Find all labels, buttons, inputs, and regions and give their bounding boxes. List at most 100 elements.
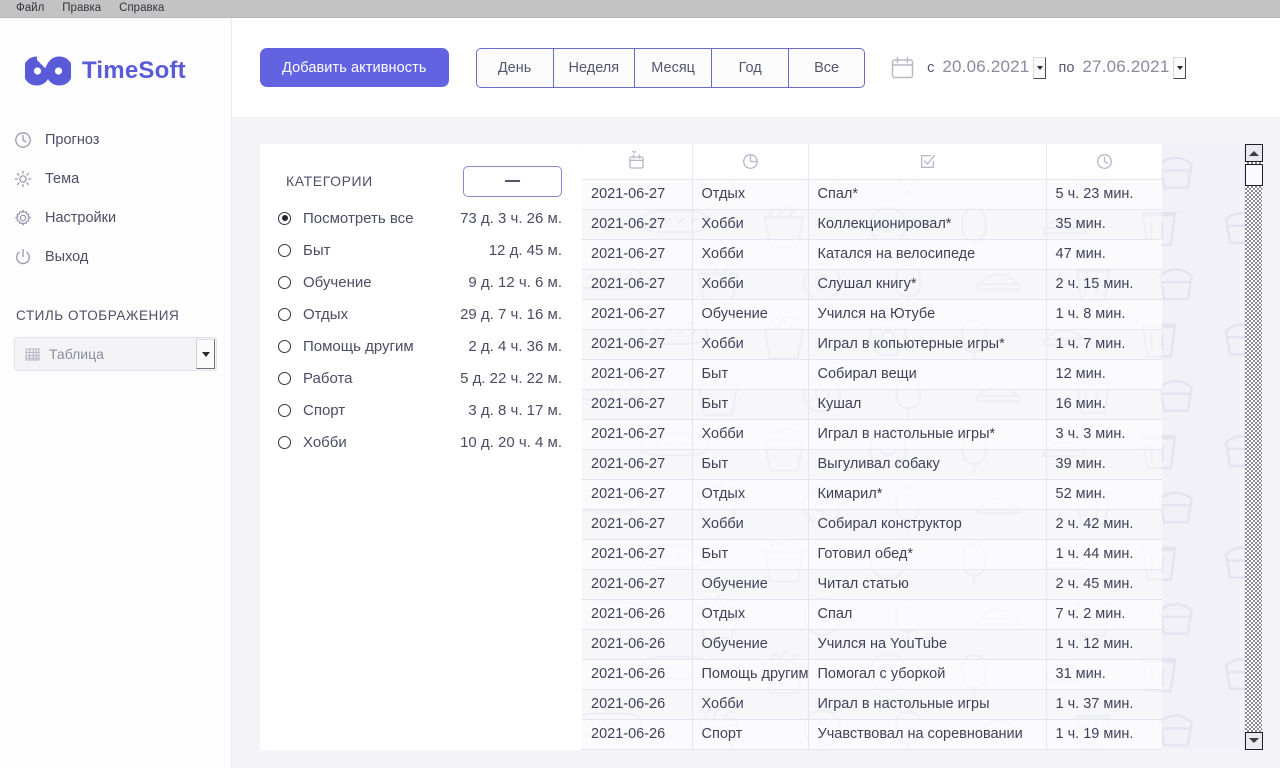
row-category: Отдых	[692, 598, 809, 629]
menu-item-edit[interactable]: Правка	[54, 1, 111, 16]
table-row[interactable]: 2021-06-27 Быт Собирал вещи 12 мин.	[582, 358, 1162, 389]
category-value: 5 д. 22 ч. 22 м.	[460, 369, 562, 387]
main-area: Добавить активность День Неделя Месяц Го…	[232, 18, 1280, 768]
row-activity: Играл в настольные игры	[808, 688, 1047, 719]
row-date: 2021-06-27	[582, 328, 693, 359]
row-duration: 7 ч. 2 мин.	[1046, 598, 1162, 629]
radio-icon[interactable]	[278, 307, 291, 321]
row-duration: 1 ч. 7 мин.	[1046, 328, 1162, 359]
category-name: Хобби	[303, 433, 347, 451]
table-row[interactable]: 2021-06-26 Помощь другим Помогал с уборкой…	[582, 658, 1162, 689]
row-date: 2021-06-26	[582, 718, 693, 750]
row-category: Хобби	[692, 508, 809, 539]
category-item-sport[interactable]: Спорт 3 д. 8 ч. 17 м.	[278, 394, 562, 426]
activity-column-header[interactable]	[808, 144, 1047, 179]
row-date: 2021-06-27	[582, 508, 693, 539]
row-activity: Учился на YouTube	[808, 628, 1047, 659]
toolbar: Добавить активность День Неделя Месяц Го…	[232, 18, 1280, 117]
range-week-button[interactable]: Неделя	[552, 47, 635, 88]
pie-chart-icon	[742, 153, 759, 170]
category-name: Отдых	[303, 305, 349, 323]
table-row[interactable]: 2021-06-27 Обучение Читал статью 2 ч. 45 ми…	[582, 568, 1162, 599]
table-row[interactable]: 2021-06-27 Обучение Учился на Ютубе 1 ч. 8 …	[582, 298, 1162, 329]
row-category: Быт	[692, 388, 809, 419]
date-to-field[interactable]: 27.06.2021	[1082, 56, 1187, 79]
radio-icon[interactable]	[278, 211, 291, 225]
add-activity-button[interactable]: Добавить активность	[260, 48, 449, 87]
row-duration: 16 мин.	[1046, 388, 1162, 419]
date-from-field[interactable]: 20.06.2021	[942, 56, 1047, 79]
range-all-button[interactable]: Все	[788, 47, 866, 88]
range-month-button[interactable]: Месяц	[634, 47, 712, 88]
row-activity: Играл в копьютерные игры*	[808, 328, 1047, 359]
table-header: ⌄	[582, 144, 1162, 179]
row-date: 2021-06-27	[582, 238, 693, 269]
radio-icon[interactable]	[278, 275, 291, 289]
row-activity: Собирал вещи	[808, 358, 1047, 389]
collapse-categories-button[interactable]	[463, 165, 562, 197]
sidebar-item-exit[interactable]: Выход	[0, 237, 231, 276]
category-item-otdyh[interactable]: Отдых 29 д. 7 ч. 16 м.	[278, 298, 562, 330]
brand-name: TimeSoft	[82, 57, 186, 84]
table-row[interactable]: 2021-06-27 Отдых Кимарил* 52 мин.	[582, 478, 1162, 509]
range-year-button[interactable]: Год	[711, 47, 789, 88]
category-item-pomosh[interactable]: Помощь другим 2 д. 4 ч. 36 м.	[278, 330, 562, 362]
category-item-all[interactable]: Посмотреть все 73 д. 3 ч. 26 м.	[278, 202, 562, 234]
grid-table-icon	[25, 347, 40, 362]
category-item-rabota[interactable]: Работа 5 д. 22 ч. 22 м.	[278, 362, 562, 394]
table-row[interactable]: 2021-06-27 Хобби Коллекционировал* 35 мин.	[582, 208, 1162, 239]
table-row[interactable]: 2021-06-26 Обучение Учился на YouTube 1 ч. …	[582, 628, 1162, 659]
infinity-logo-icon	[23, 56, 73, 86]
menu-item-file[interactable]: Файл	[8, 1, 54, 16]
radio-icon[interactable]	[278, 339, 291, 353]
table-row[interactable]: 2021-06-27 Быт Готовил обед* 1 ч. 44 мин.	[582, 538, 1162, 569]
row-category: Помощь другим	[692, 658, 809, 689]
scroll-up-arrow-icon[interactable]	[1245, 144, 1263, 162]
row-duration: 31 мин.	[1046, 658, 1162, 689]
row-date: 2021-06-27	[582, 448, 693, 479]
table-row[interactable]: 2021-06-27 Быт Выгуливал собаку 39 мин.	[582, 448, 1162, 479]
activities-table-panel: ⌄ 2021-06-27 Отдых Спал* 5 ч. 23 мин. 20…	[582, 144, 1263, 750]
radio-icon[interactable]	[278, 371, 291, 385]
category-item-byt[interactable]: Быт 12 д. 45 м.	[278, 234, 562, 266]
radio-icon[interactable]	[278, 403, 291, 417]
sidebar-item-forecast[interactable]: Прогноз	[0, 120, 231, 159]
table-row[interactable]: 2021-06-27 Хобби Играл в настольные игры* 3…	[582, 418, 1162, 449]
row-date: 2021-06-27	[582, 208, 693, 239]
table-row[interactable]: 2021-06-26 Спорт Учавствовал на соревнован…	[582, 718, 1162, 750]
row-activity: Выгуливал собаку	[808, 448, 1047, 479]
date-to-label: по	[1058, 59, 1075, 76]
table-row[interactable]: 2021-06-27 Хобби Катался на велосипеде 47 м…	[582, 238, 1162, 269]
table-row[interactable]: 2021-06-27 Хобби Собирал конструктор 2 ч. 4…	[582, 508, 1162, 539]
category-item-hobbi[interactable]: Хобби 10 д. 20 ч. 4 м.	[278, 426, 562, 458]
radio-icon[interactable]	[278, 435, 291, 449]
duration-column-header[interactable]	[1046, 144, 1162, 179]
scrollbar-thumb[interactable]	[1245, 164, 1263, 186]
category-value: 73 д. 3 ч. 26 м.	[460, 209, 562, 227]
row-duration: 2 ч. 45 мин.	[1046, 568, 1162, 599]
work-area: КАТЕГОРИИ Посмотреть все 73 д. 3 ч. 26 м…	[232, 117, 1280, 770]
display-style-select[interactable]: Таблица	[14, 337, 217, 371]
sidebar-item-settings[interactable]: Настройки	[0, 198, 231, 237]
table-row[interactable]: 2021-06-26 Отдых Спал 7 ч. 2 мин.	[582, 598, 1162, 629]
category-item-obuchenie[interactable]: Обучение 9 д. 12 ч. 6 м.	[278, 266, 562, 298]
category-column-header[interactable]	[692, 144, 809, 179]
table-row[interactable]: 2021-06-26 Хобби Играл в настольные игры 1 …	[582, 688, 1162, 719]
date-column-header[interactable]: ⌄	[582, 144, 693, 179]
vertical-scrollbar[interactable]	[1244, 144, 1263, 750]
table-row[interactable]: 2021-06-27 Хобби Играл в копьютерные игры*…	[582, 328, 1162, 359]
sidebar-item-label: Настройки	[45, 209, 117, 226]
radio-icon[interactable]	[278, 243, 291, 257]
menu-item-help[interactable]: Справка	[111, 1, 174, 16]
table-row[interactable]: 2021-06-27 Быт Кушал 16 мин.	[582, 388, 1162, 419]
chevron-down-icon[interactable]	[196, 339, 215, 369]
category-name: Помощь другим	[303, 337, 414, 355]
range-day-button[interactable]: День	[475, 47, 553, 88]
range-toggle-group: День Неделя Месяц Год Все	[475, 47, 866, 88]
date-to-spinner-icon[interactable]	[1173, 56, 1187, 79]
scroll-down-arrow-icon[interactable]	[1245, 731, 1263, 750]
table-row[interactable]: 2021-06-27 Хобби Слушал книгу* 2 ч. 15 мин.	[582, 268, 1162, 299]
date-from-spinner-icon[interactable]	[1033, 56, 1047, 79]
table-row[interactable]: 2021-06-27 Отдых Спал* 5 ч. 23 мин.	[582, 178, 1162, 209]
sidebar-item-theme[interactable]: Тема	[0, 159, 231, 198]
